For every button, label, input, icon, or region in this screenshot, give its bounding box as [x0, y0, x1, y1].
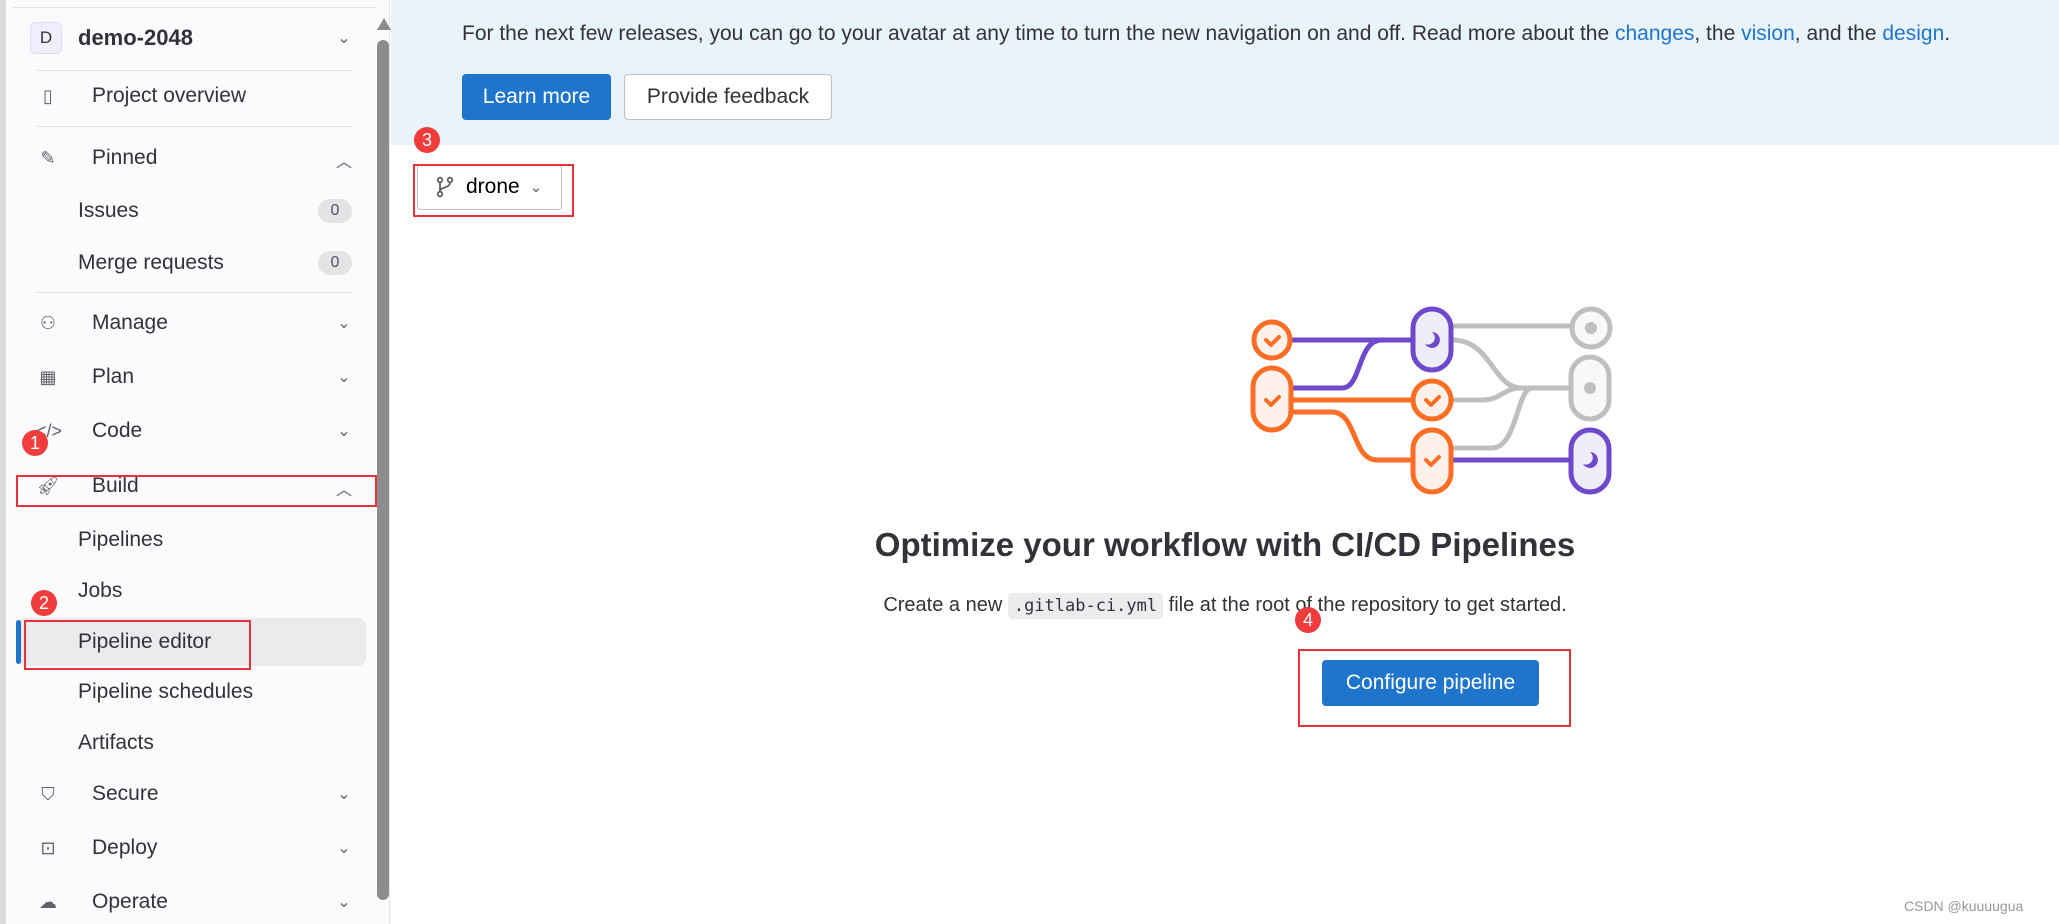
- sidebar-item-project-overview[interactable]: ▯ Project overview: [22, 74, 366, 118]
- sidebar-scrollbar[interactable]: [377, 40, 389, 900]
- new-navigation-banner: For the next few releases, you can go to…: [391, 0, 2059, 145]
- chevron-down-icon: ⌄: [337, 369, 351, 386]
- annotation-number: 3: [414, 127, 440, 153]
- annotation-number: 2: [31, 590, 57, 616]
- count-badge: 0: [318, 199, 352, 223]
- sidebar-item-deploy[interactable]: ⊡ Deploy ⌄: [22, 826, 366, 870]
- project-name: demo-2048: [78, 25, 193, 50]
- count-badge: 0: [318, 251, 352, 275]
- sidebar-item-manage[interactable]: ⚇ Manage ⌄: [22, 301, 366, 345]
- sidebar-item-jobs[interactable]: Jobs: [22, 569, 366, 613]
- label: Project overview: [92, 84, 247, 107]
- chevron-down-icon: ⌄: [337, 894, 351, 911]
- label: Deploy: [92, 836, 158, 859]
- sidebar-item-plan[interactable]: ▦ Plan ⌄: [22, 355, 366, 399]
- empty-state-description: Create a new .gitlab-ci.yml file at the …: [391, 593, 2059, 619]
- deploy-icon: ⊡: [40, 837, 56, 858]
- banner-text: For the next few releases, you can go to…: [462, 22, 1951, 45]
- job-success-node: [1410, 378, 1454, 422]
- chevron-down-icon: ⌄: [337, 840, 351, 857]
- job-running-node: [1568, 427, 1612, 495]
- label: Issues: [78, 199, 139, 222]
- chevron-up-icon: ︿: [335, 154, 352, 171]
- job-success-node: [1250, 365, 1294, 433]
- provide-feedback-button[interactable]: Provide feedback: [624, 74, 832, 120]
- active-indicator: [16, 620, 21, 664]
- annotation-box-pipeline-editor: [24, 620, 251, 670]
- label: Pipeline schedules: [78, 680, 254, 703]
- sidebar-item-code[interactable]: </> Code ⌄: [22, 409, 366, 453]
- scroll-up-arrow[interactable]: [377, 18, 391, 30]
- annotation-box-configure: [1298, 649, 1571, 727]
- design-link[interactable]: design: [1882, 22, 1944, 45]
- project-icon: ▯: [43, 85, 53, 106]
- sidebar: D demo-2048 ⌄ ▯ Project overview ✎ Pinned ︿…: [0, 0, 391, 924]
- label: Merge requests: [78, 251, 224, 274]
- sidebar-item-pipeline-schedules[interactable]: Pipeline schedules: [22, 670, 366, 714]
- divider: [36, 126, 352, 127]
- annotation-number: 1: [22, 430, 48, 456]
- sidebar-top: [12, 0, 376, 8]
- label: Code: [92, 419, 143, 442]
- pipeline-illustration: [1250, 306, 1613, 495]
- sidebar-item-secure[interactable]: ⛉ Secure ⌄: [22, 772, 366, 816]
- project-avatar: D: [30, 22, 62, 54]
- annotation-box-build: [16, 475, 377, 507]
- label: Secure: [92, 782, 159, 805]
- pin-icon: ✎: [40, 147, 56, 168]
- sidebar-item-artifacts[interactable]: Artifacts: [22, 721, 366, 765]
- label: Plan: [92, 365, 135, 388]
- calendar-icon: ▦: [39, 366, 57, 387]
- sidebar-item-operate[interactable]: ☁ Operate ⌄: [22, 880, 366, 924]
- project-switcher[interactable]: D demo-2048 ⌄: [24, 18, 354, 58]
- label: Pinned: [92, 146, 158, 169]
- chevron-down-icon: ⌄: [337, 423, 351, 440]
- cloud-gear-icon: ☁: [39, 891, 57, 912]
- sidebar-item-pinned[interactable]: ✎ Pinned ︿: [22, 136, 366, 180]
- watermark: CSDN @kuuuugua: [1904, 898, 2024, 914]
- annotation-box-branch: [413, 164, 574, 217]
- learn-more-button[interactable]: Learn more: [462, 74, 611, 120]
- divider: [36, 70, 352, 71]
- chevron-down-icon: ⌄: [337, 315, 351, 332]
- sidebar-item-issues[interactable]: Issues 0: [22, 189, 366, 233]
- chevron-down-icon: ⌄: [337, 786, 351, 803]
- label: Artifacts: [78, 731, 154, 754]
- job-success-node: [1410, 427, 1454, 495]
- filename-code: .gitlab-ci.yml: [1007, 593, 1164, 619]
- users-icon: ⚇: [39, 312, 57, 333]
- shield-icon: ⛉: [41, 783, 55, 804]
- changes-link[interactable]: changes: [1615, 22, 1694, 45]
- chevron-down-icon: ⌄: [337, 30, 351, 47]
- label: Manage: [92, 311, 168, 334]
- sidebar-item-merge-requests[interactable]: Merge requests 0: [22, 241, 366, 285]
- empty-state-title: Optimize your workflow with CI/CD Pipeli…: [874, 526, 1576, 563]
- label: Operate: [92, 890, 168, 913]
- divider: [36, 292, 352, 293]
- annotation-number: 4: [1295, 607, 1321, 633]
- job-running-node: [1410, 306, 1454, 373]
- label: Jobs: [78, 579, 123, 602]
- job-success-node: [1251, 319, 1293, 361]
- vision-link[interactable]: vision: [1741, 22, 1795, 45]
